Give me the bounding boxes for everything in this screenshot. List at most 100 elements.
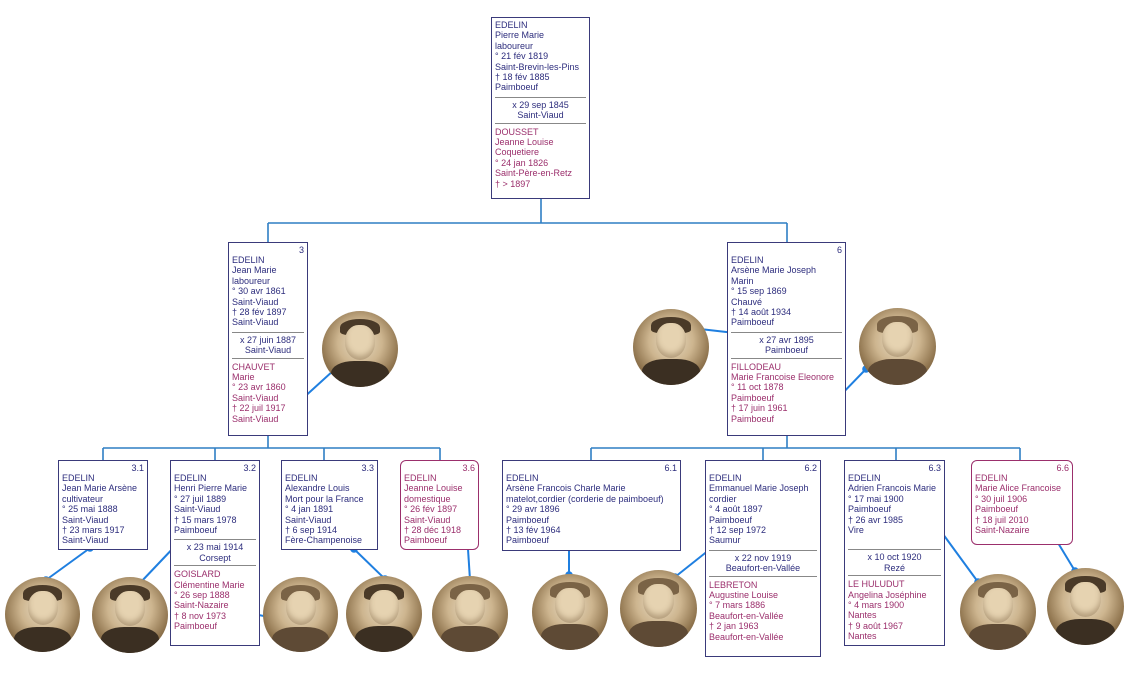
photo-link-3-1 [45,547,91,581]
root-connector [267,198,788,242]
birth-date: ° 26 sep 1888 [174,590,230,601]
given-name: Arsène Marie Joseph [731,265,817,276]
generation-number: 6.1 [664,463,677,473]
portrait-photo-6-2[interactable] [620,570,697,647]
generation-number: 3.2 [243,463,256,473]
birth-place: Saint-Viaud [174,504,221,515]
person-details: EDELIN Alexandre Louis Mort pour la Fran… [285,473,374,546]
death-place: Saint-Viaud [62,535,109,546]
death-date: † 18 fév 1885 [495,72,550,83]
birth-place: Paimboeuf [975,504,1019,515]
death-date: † 22 juil 1917 [232,403,286,414]
death-place: Paimboeuf [174,621,218,632]
photo-link-3-3 [353,548,386,580]
generation-number: 3.6 [462,463,475,473]
couple-6-card[interactable]: 6 EDELIN Arsène Marie Joseph Marin ° 15 … [727,242,846,436]
surname: EDELIN [731,255,764,265]
portrait-photo-chauvet[interactable] [322,311,398,387]
portrait-photo-6-3[interactable] [960,574,1036,650]
birth-place: Saint-Viaud [285,514,332,525]
marriage-date: x 27 juin 1887 [239,334,297,345]
birth-place: Chauvé [731,296,763,307]
birth-date: ° 25 mai 1888 [62,504,118,515]
marriage-place: Rezé [883,562,905,573]
given-name: Jeanne Louise [404,483,463,494]
person-3-3-card[interactable]: 3.3 EDELIN Alexandre Louis Mort pour la … [281,460,378,550]
birth-date: ° 7 mars 1886 [709,600,766,611]
portrait-photo-3-6[interactable] [432,576,508,652]
death-place: Vire [848,525,864,536]
surname: EDELIN [848,473,881,483]
given-name: Alexandre Louis [285,483,350,494]
generation-number: 3.1 [131,463,144,473]
marriage-place: Paimboeuf [764,345,809,356]
surname: LEBRETON [709,579,758,590]
portrait-photo-arsene[interactable] [633,309,709,385]
given-name: Augustine Louise [709,590,779,601]
person-6-2-card[interactable]: 6.2 EDELIN Emmanuel Marie Joseph cordier… [705,460,821,657]
portrait-photo-3-2[interactable] [92,577,168,653]
portrait-photo-6-1[interactable] [532,574,608,650]
root-wife: DOUSSET Jeanne Louise Coquetiere ° 24 ja… [495,127,586,189]
death-date: † 18 juil 2010 [975,514,1029,525]
marriage-info: x 27 avr 1895 Paimboeuf [731,331,842,359]
surname: EDELIN [495,20,528,30]
person-6-6-card[interactable]: 6.6 EDELIN Marie Alice Francoise ° 30 ju… [971,460,1073,545]
generation-number: 3 [298,245,304,255]
generation-number: 6.2 [804,463,817,473]
death-date: † 17 juin 1961 [731,403,788,414]
marriage-info: x 27 juin 1887 Saint-Viaud [232,331,304,359]
birth-date: ° 29 avr 1896 [506,504,560,515]
person-3-2-card[interactable]: 3.2 EDELIN Henri Pierre Marie ° 27 juil … [170,460,260,646]
generation-number: 6 [836,245,842,255]
portrait-photo-goislard[interactable] [263,577,338,652]
death-date: † 26 avr 1985 [848,514,904,525]
death-place: Paimboeuf [495,82,539,93]
death-date: † 23 mars 1917 [62,525,125,536]
birth-place: Saint-Père-en-Retz [495,168,573,179]
generation-number: 6.6 [1056,463,1069,473]
portrait-photo-3-1[interactable] [5,577,80,652]
death-date: † 15 mars 1978 [174,514,237,525]
person-3-1-card[interactable]: 3.1 EDELIN Jean Marie Arsène cultivateur… [58,460,148,550]
death-date: † 9 août 1967 [848,620,904,631]
wife: LE HULUDUT Angelina Joséphine ° 4 mars 1… [848,579,941,641]
given-name: Marie [232,372,255,383]
portrait-photo-fillodeau[interactable] [859,308,936,385]
portrait-photo-6-6[interactable] [1047,568,1124,645]
death-place: Beaufort-en-Vallée [709,631,784,642]
surname: EDELIN [285,473,318,483]
root-couple-card[interactable]: EDELIN Pierre Marie laboureur ° 21 fév 1… [491,17,590,199]
surname: EDELIN [975,473,1008,483]
death-place: Paimboeuf [174,525,218,536]
birth-date: ° 4 jan 1891 [285,504,334,515]
birth-place: Saint-Viaud [62,514,109,525]
death-date: † 6 sep 1914 [285,525,338,536]
occupation: matelot,cordier (corderie de paimboeuf) [506,493,664,504]
person-6-3-card[interactable]: 6.3 EDELIN Adrien Francois Marie ° 17 ma… [844,460,945,646]
death-place: Fère-Champenoise [285,535,363,546]
wife: FILLODEAU Marie Francoise Eleonore ° 11 … [731,362,842,424]
marriage-place: Corsept [199,552,231,563]
given-name: Henri Pierre Marie [174,483,248,494]
death-date: † 14 août 1934 [731,307,792,318]
death-place: Saint-Viaud [232,413,279,424]
death-place: Saumur [709,535,741,546]
surname: EDELIN [232,255,265,265]
photo-link-6-2 [674,549,710,578]
person-3-6-card[interactable]: 3.6 EDELIN Jeanne Louise domestique ° 26… [400,460,479,550]
person-6-1-card[interactable]: 6.1 EDELIN Arsène Francois Charle Marie … [502,460,681,551]
given-name: Pierre Marie [495,30,545,41]
surname: EDELIN [404,473,437,483]
death-date: † 8 nov 1973 [174,610,227,621]
portrait-photo-3-3[interactable] [346,576,422,652]
marriage-place: Saint-Viaud [244,345,292,356]
surname: EDELIN [62,473,95,483]
husband: EDELIN Adrien Francois Marie ° 17 mai 19… [848,473,941,535]
person-details: EDELIN Arsène Francois Charle Marie mate… [506,473,677,546]
husband: EDELIN Arsène Marie Joseph Marin ° 15 se… [731,255,842,328]
birth-date: ° 23 avr 1860 [232,382,286,393]
occupation: laboureur [495,40,534,51]
couple-3-card[interactable]: 3 EDELIN Jean Marie laboureur ° 30 avr 1… [228,242,308,436]
birth-place: Saint-Viaud [404,514,451,525]
